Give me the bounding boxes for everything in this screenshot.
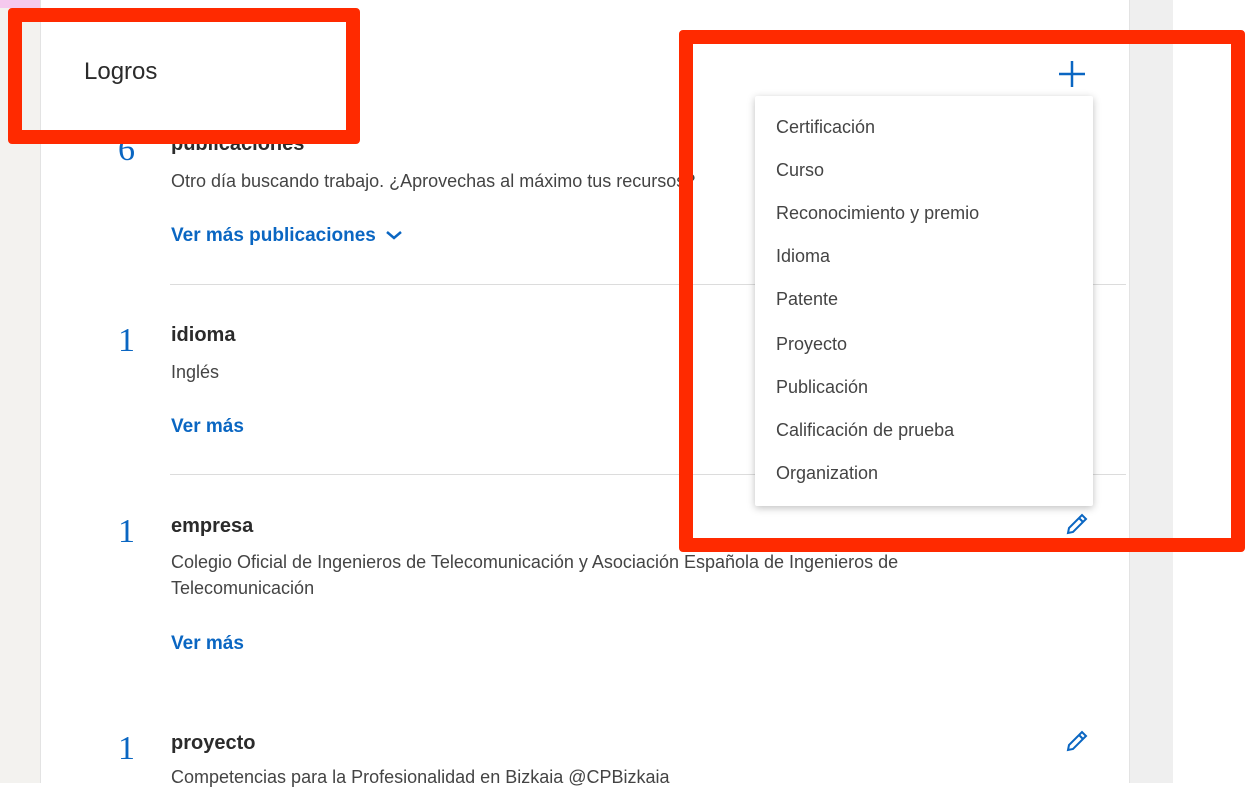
page-background-left bbox=[0, 0, 40, 783]
section-count: 1 bbox=[118, 322, 135, 359]
card-title: Logros bbox=[84, 58, 158, 85]
page-background-right-edge bbox=[1173, 0, 1245, 783]
menu-item-patente[interactable]: Patente bbox=[776, 289, 838, 310]
section-count: 1 bbox=[118, 513, 135, 550]
section-title: idioma bbox=[171, 324, 236, 346]
pencil-icon bbox=[1066, 730, 1088, 752]
pencil-icon bbox=[1066, 513, 1088, 535]
menu-item-idioma[interactable]: Idioma bbox=[776, 246, 830, 267]
see-more-link[interactable]: Ver más bbox=[171, 633, 244, 655]
section-title: empresa bbox=[171, 515, 254, 537]
section-proyecto: 1 proyecto Competencias para la Profesio… bbox=[118, 730, 1118, 792]
section-empresa: 1 empresa Colegio Oficial de Ingenieros … bbox=[118, 513, 1118, 665]
menu-item-reconocimiento[interactable]: Reconocimiento y premio bbox=[776, 203, 979, 224]
edit-proyecto-button[interactable] bbox=[1064, 728, 1090, 754]
section-title: publicaciones bbox=[171, 133, 305, 155]
link-label: Ver más publicaciones bbox=[171, 225, 376, 246]
see-more-link[interactable]: Ver más bbox=[171, 416, 244, 438]
plus-icon bbox=[1059, 61, 1085, 87]
section-count: 6 bbox=[118, 131, 135, 168]
section-title: proyecto bbox=[171, 732, 256, 754]
add-accomplishment-dropdown: Certificación Curso Reconocimiento y pre… bbox=[755, 96, 1093, 506]
section-description: Competencias para la Profesionalidad en … bbox=[171, 767, 670, 787]
see-more-publications-link[interactable]: Ver más publicaciones bbox=[171, 225, 403, 247]
section-description: Colegio Oficial de Ingenieros de Telecom… bbox=[171, 552, 899, 598]
add-accomplishment-button[interactable] bbox=[1056, 58, 1088, 90]
menu-item-certificacion[interactable]: Certificación bbox=[776, 117, 875, 138]
menu-item-publicacion[interactable]: Publicación bbox=[776, 377, 868, 398]
menu-item-proyecto[interactable]: Proyecto bbox=[776, 334, 847, 355]
edit-empresa-button[interactable] bbox=[1064, 511, 1090, 537]
chevron-down-icon bbox=[386, 231, 402, 240]
section-count: 1 bbox=[118, 730, 135, 767]
menu-item-calificacion[interactable]: Calificación de prueba bbox=[776, 420, 954, 441]
menu-item-organization[interactable]: Organization bbox=[776, 463, 878, 484]
menu-item-curso[interactable]: Curso bbox=[776, 160, 824, 181]
